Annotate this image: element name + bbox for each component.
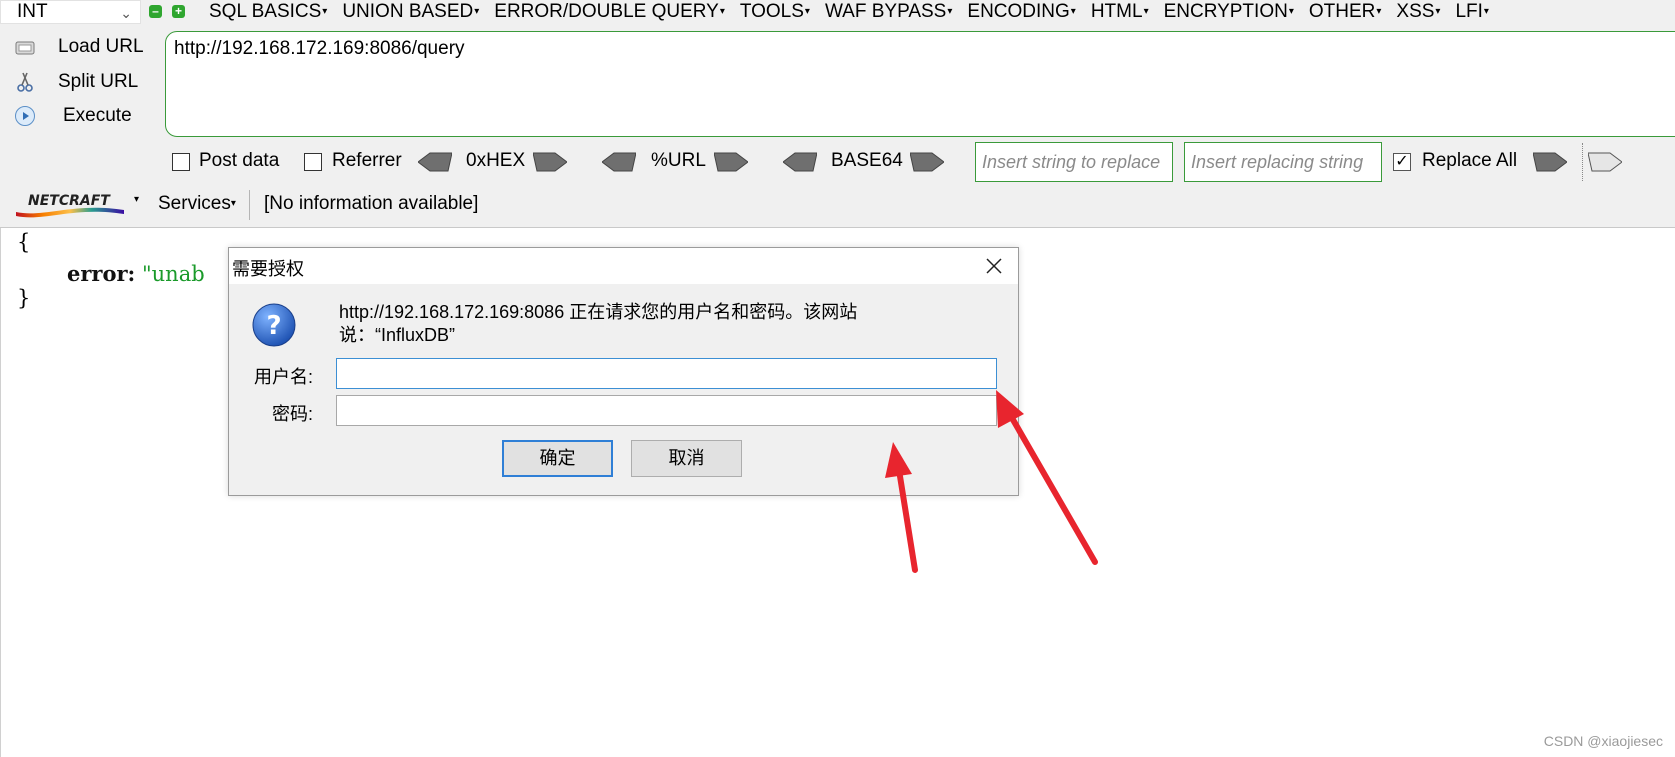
- replace-all-checkbox[interactable]: ✓: [1393, 153, 1411, 171]
- menu-xss[interactable]: XSS▾: [1396, 0, 1440, 26]
- base64-decode-arrow-icon[interactable]: [783, 151, 817, 173]
- split-url-label: Split URL: [58, 71, 139, 92]
- execute-button[interactable]: Execute: [12, 101, 152, 131]
- auth-dialog: 需要授权 ? http://192.168.172.169:8086 正在请求您…: [228, 247, 1019, 496]
- load-url-icon: [15, 41, 35, 55]
- type-select-value: INT: [17, 1, 48, 22]
- post-data-label: Post data: [199, 150, 280, 171]
- menu-other[interactable]: OTHER▾: [1309, 0, 1382, 26]
- menu-sql-basics[interactable]: SQL BASICS▾: [209, 0, 327, 26]
- remove-icon[interactable]: –: [149, 5, 162, 18]
- password-input[interactable]: [336, 395, 997, 426]
- dialog-titlebar: 需要授权: [229, 248, 1018, 284]
- url-encode-label: %URL: [651, 150, 706, 171]
- cancel-button[interactable]: 取消: [631, 440, 742, 477]
- menu-encoding[interactable]: ENCODING▾: [967, 0, 1075, 26]
- menu-tools[interactable]: TOOLS▾: [740, 0, 810, 26]
- hex-decode-arrow-icon[interactable]: [418, 151, 452, 173]
- ok-button[interactable]: 确定: [502, 440, 613, 477]
- menu-html[interactable]: HTML▾: [1091, 0, 1149, 26]
- base64-encode-arrow-icon[interactable]: [910, 151, 944, 173]
- base64-label: BASE64: [831, 150, 903, 171]
- username-input[interactable]: [336, 358, 997, 389]
- json-open-brace: {: [17, 230, 31, 254]
- dialog-message: http://192.168.172.169:8086 正在请求您的用户名和密码…: [339, 301, 939, 347]
- play-icon: [15, 106, 35, 126]
- replace-all-label: Replace All: [1422, 150, 1518, 171]
- dialog-title: 需要授权: [232, 259, 304, 279]
- services-menu[interactable]: Services▾: [158, 193, 236, 215]
- netcraft-toolbar: NETCRAFT ▾ Services▾ [No information ava…: [0, 182, 1675, 228]
- question-icon: ?: [252, 303, 296, 347]
- watermark: CSDN @xiaojiesec: [1543, 733, 1663, 749]
- dialog-message-line: http://192.168.172.169:8086 正在请求您的用户名和密码…: [339, 302, 858, 322]
- hackbar-menu: SQL BASICS▾ UNION BASED▾ ERROR/DOUBLE QU…: [209, 0, 1504, 26]
- json-value: "unab: [142, 262, 205, 286]
- json-close-brace: }: [17, 286, 31, 310]
- hackbar-menu-bar: INT ⌄ – + SQL BASICS▾ UNION BASED▾ ERROR…: [0, 0, 1675, 26]
- username-label: 用户名:: [253, 367, 313, 387]
- password-label: 密码:: [271, 404, 313, 424]
- svg-text:?: ?: [266, 311, 281, 341]
- referrer-checkbox[interactable]: [304, 153, 322, 171]
- replace-arrow-icon[interactable]: [1533, 151, 1567, 173]
- split-url-button[interactable]: Split URL: [12, 67, 152, 97]
- referrer-label: Referrer: [332, 150, 402, 171]
- load-url-button[interactable]: Load URL: [12, 32, 152, 62]
- url-textarea[interactable]: http://192.168.172.169:8086/query: [165, 31, 1675, 137]
- menu-waf-bypass[interactable]: WAF BYPASS▾: [825, 0, 952, 26]
- type-select[interactable]: INT ⌄: [0, 0, 141, 24]
- url-encode-arrow-icon[interactable]: [714, 151, 748, 173]
- execute-label: Execute: [63, 105, 132, 126]
- insert-replacing-string-input[interactable]: [1184, 142, 1382, 182]
- hex-label: 0xHEX: [466, 150, 526, 171]
- dialog-message-line: 说：“InfluxDB”: [339, 325, 456, 345]
- close-icon[interactable]: [982, 254, 1006, 278]
- menu-union-based[interactable]: UNION BASED▾: [342, 0, 479, 26]
- separator: [1582, 143, 1583, 181]
- hackbar-panel: INT ⌄ – + SQL BASICS▾ UNION BASED▾ ERROR…: [0, 0, 1675, 182]
- load-url-label: Load URL: [58, 36, 144, 57]
- netcraft-dropdown-arrow-icon[interactable]: ▾: [134, 194, 139, 205]
- replace-apply-arrow-icon[interactable]: [1588, 151, 1622, 173]
- hex-encode-arrow-icon[interactable]: [533, 151, 567, 173]
- scissors-icon: [17, 72, 33, 92]
- options-row: Post data Referrer 0xHEX %URL BASE64 ✓ R…: [0, 140, 1675, 182]
- post-data-checkbox[interactable]: [172, 153, 190, 171]
- json-key: error:: [67, 261, 136, 286]
- insert-string-to-replace-input[interactable]: [975, 142, 1173, 182]
- menu-error-double-query[interactable]: ERROR/DOUBLE QUERY▾: [494, 0, 725, 26]
- netcraft-logo[interactable]: NETCRAFT: [14, 188, 126, 218]
- add-icon[interactable]: +: [172, 5, 185, 18]
- toolbar-divider: [249, 190, 250, 220]
- chevron-down-icon: ⌄: [120, 5, 132, 21]
- json-line: error: "unab: [67, 261, 205, 286]
- url-value: http://192.168.172.169:8086/query: [174, 38, 465, 59]
- menu-lfi[interactable]: LFI▾: [1455, 0, 1488, 26]
- url-decode-arrow-icon[interactable]: [602, 151, 636, 173]
- netcraft-info-text: [No information available]: [264, 193, 479, 214]
- svg-text:NETCRAFT: NETCRAFT: [28, 193, 111, 209]
- menu-encryption[interactable]: ENCRYPTION▾: [1164, 0, 1294, 26]
